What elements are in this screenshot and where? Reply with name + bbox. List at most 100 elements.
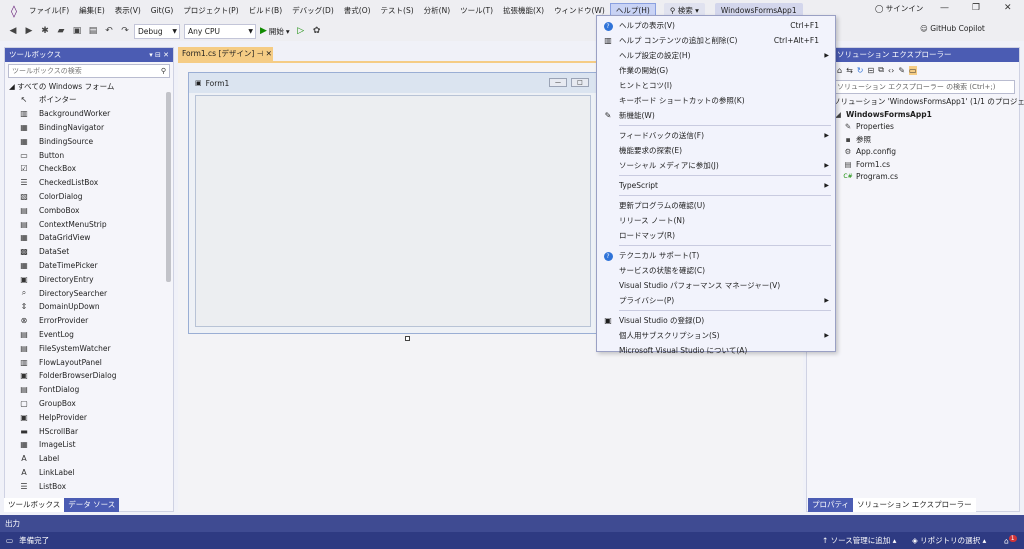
toolbox-item[interactable]: ▦ DataGridView (5, 231, 173, 245)
toolbox-item[interactable]: ▥ FlowLayoutPanel (5, 355, 173, 369)
new-item-icon[interactable]: ✱ (38, 24, 52, 38)
menu-2[interactable]: 表示(V) (110, 3, 146, 19)
output-panel-tab[interactable]: 出力 (0, 515, 1024, 532)
toolbox-item[interactable]: ▣ HelpProvider (5, 410, 173, 424)
form1-window[interactable]: ▣ Form1 — □ (188, 72, 598, 334)
menu-0[interactable]: ファイル(F) (24, 3, 74, 19)
help-menu-item[interactable]: プライバシー(P) ▶ (597, 293, 835, 308)
solution-child-node[interactable]: ▪ 参照 (807, 134, 1019, 147)
solution-child-node[interactable]: C# Program.cs (807, 171, 1019, 184)
toolbox-item[interactable]: ↖ ポインター (5, 93, 173, 107)
toolbox-item[interactable]: ▤ FontDialog (5, 383, 173, 397)
view-code-icon[interactable]: ‹› (888, 66, 894, 75)
menu-7[interactable]: 書式(O) (339, 3, 376, 19)
help-menu-item[interactable]: ▣ Visual Studio の登録(D) (597, 313, 835, 328)
menu-8[interactable]: テスト(S) (376, 3, 419, 19)
start-debug-button[interactable]: ▶ 開始 ▾ (260, 26, 290, 37)
help-menu-item[interactable]: 個人用サブスクリプション(S) ▶ (597, 328, 835, 343)
tab-properties[interactable]: プロパティ (808, 498, 854, 512)
open-folder-icon[interactable]: ▰ (54, 24, 68, 38)
configuration-select[interactable]: Debug ▼ (134, 23, 180, 39)
collapse-all-icon[interactable]: ⊟ (867, 66, 874, 75)
solution-child-node[interactable]: ⚙ App.config (807, 146, 1019, 159)
help-menu-item[interactable]: リリース ノート(N) (597, 213, 835, 228)
toolbox-item[interactable]: ▦ ImageList (5, 438, 173, 452)
save-all-icon[interactable]: ▤ (86, 24, 100, 38)
show-all-files-icon[interactable]: ⧉ (878, 65, 884, 75)
visual-studio-logo-icon[interactable]: ◊ (4, 0, 24, 21)
help-menu-item[interactable]: サービスの状態を確認(C) (597, 263, 835, 278)
sign-in-link[interactable]: ◯ サインイン (875, 3, 923, 14)
toolbox-item[interactable]: ▭ Button (5, 148, 173, 162)
menu-6[interactable]: デバッグ(D) (287, 3, 339, 19)
restore-button[interactable]: ❐ (972, 3, 980, 13)
help-menu-item[interactable]: TypeScript ▶ (597, 178, 835, 193)
help-menu-item[interactable]: ロードマップ(R) (597, 228, 835, 243)
undo-icon[interactable]: ↶ (102, 24, 116, 38)
menu-1[interactable]: 編集(E) (74, 3, 110, 19)
close-window-button[interactable]: ✕ (1004, 3, 1012, 13)
help-menu-item[interactable]: ? テクニカル サポート(T) (597, 248, 835, 263)
menu-9[interactable]: 分析(N) (419, 3, 455, 19)
hot-reload-icon[interactable]: ✿ (310, 24, 324, 38)
project-node[interactable]: ◢ WindowsFormsApp1 (807, 109, 1019, 122)
save-icon[interactable]: ▣ (70, 24, 84, 38)
add-source-control-button[interactable]: ↑ ソース管理に追加 ▴ (822, 535, 896, 546)
help-menu-item[interactable]: 更新プログラムの確認(U) (597, 198, 835, 213)
toolbox-item[interactable]: ⊗ ErrorProvider (5, 314, 173, 328)
menu-3[interactable]: Git(G) (146, 3, 179, 19)
redo-icon[interactable]: ↷ (118, 24, 132, 38)
menu-5[interactable]: ビルド(B) (244, 3, 288, 19)
toolbox-item[interactable]: ▣ FolderBrowserDialog (5, 369, 173, 383)
help-menu-item[interactable]: ✎ 新機能(W) (597, 108, 835, 123)
help-menu-item[interactable]: Visual Studio パフォーマンス マネージャー(V) (597, 278, 835, 293)
refresh-icon[interactable]: ↻ (857, 66, 864, 75)
toolbox-item[interactable]: ▤ EventLog (5, 328, 173, 342)
start-without-debug-icon[interactable]: ▷ (294, 24, 308, 38)
solution-node[interactable]: ソリューション 'WindowsFormsApp1' (1/1 のプロジェクト) (807, 96, 1024, 109)
toolbox-item[interactable]: ▬ HScrollBar (5, 424, 173, 438)
toolbox-item[interactable]: ▦ BindingNavigator (5, 121, 173, 135)
close-tab-icon[interactable]: ✕ (266, 49, 272, 58)
help-menu-item[interactable]: ソーシャル メディアに参加(J) ▶ (597, 158, 835, 173)
home-icon[interactable]: ⌂ (837, 66, 842, 75)
notifications-button[interactable]: ⌂ 1 (1004, 535, 1017, 546)
properties-wrench-icon[interactable]: ✎ (898, 66, 905, 75)
form-client-area[interactable] (195, 95, 591, 327)
toolbox-item[interactable]: ▤ ContextMenuStrip (5, 217, 173, 231)
help-menu-item[interactable]: 機能要求の探索(E) (597, 143, 835, 158)
solution-child-node[interactable]: ▤ Form1.cs (807, 159, 1019, 172)
toolbox-item[interactable]: ☑ CheckBox (5, 162, 173, 176)
toolbox-search-input[interactable]: ツールボックスの検索 ⚲ (8, 64, 170, 78)
platform-select[interactable]: Any CPU ▼ (184, 23, 256, 39)
github-copilot-button[interactable]: ☺ GitHub Copilot (920, 24, 985, 33)
toolbox-item[interactable]: ⇕ DomainUpDown (5, 300, 173, 314)
help-menu-item[interactable]: ヘルプ設定の設定(H) ▶ (597, 48, 835, 63)
toolbox-item[interactable]: ▧ ColorDialog (5, 190, 173, 204)
toolbox-item[interactable]: ▤ FileSystemWatcher (5, 341, 173, 355)
toolbox-item[interactable]: A LinkLabel (5, 466, 173, 480)
minimize-button[interactable]: — (940, 3, 949, 13)
toolbox-item[interactable]: ▣ DirectoryEntry (5, 272, 173, 286)
toolbox-item[interactable]: ▦ DateTimePicker (5, 259, 173, 273)
toolbox-item[interactable]: ⌕ DirectorySearcher (5, 286, 173, 300)
toolbox-item[interactable]: ☰ CheckedListBox (5, 176, 173, 190)
sync-icon[interactable]: ⇆ (846, 66, 853, 75)
help-menu-item[interactable]: ▥ ヘルプ コンテンツの追加と削除(C) Ctrl+Alt+F1 (597, 33, 835, 48)
toolbox-item[interactable]: ☰ ListBox (5, 479, 173, 493)
help-menu-item[interactable]: キーボード ショートカットの参照(K) (597, 93, 835, 108)
toolbox-item[interactable]: ▢ GroupBox (5, 397, 173, 411)
solution-explorer-search-input[interactable]: ソリューション エクスプローラー の検索 (Ctrl+;) (833, 80, 1015, 94)
toolbox-scrollbar[interactable] (166, 92, 171, 282)
help-menu-item[interactable]: ヒントとコツ(I) (597, 78, 835, 93)
panel-controls-icon[interactable]: ▾ ⊟ ✕ (149, 48, 169, 62)
back-icon[interactable]: ◀ (6, 24, 20, 38)
toolbox-item[interactable]: ▤ ComboBox (5, 203, 173, 217)
forward-icon[interactable]: ▶ (22, 24, 36, 38)
toolbox-group-header[interactable]: ◢ すべての Windows フォーム (5, 80, 173, 93)
help-menu-item[interactable]: 作業の開始(G) (597, 63, 835, 78)
toolbox-item[interactable]: ▥ BackgroundWorker (5, 107, 173, 121)
tab-form1-designer[interactable]: Form1.cs [デザイン] ⊣ ✕ (178, 47, 273, 61)
menu-10[interactable]: ツール(T) (455, 3, 498, 19)
pin-icon[interactable]: ⊣ (257, 49, 264, 58)
